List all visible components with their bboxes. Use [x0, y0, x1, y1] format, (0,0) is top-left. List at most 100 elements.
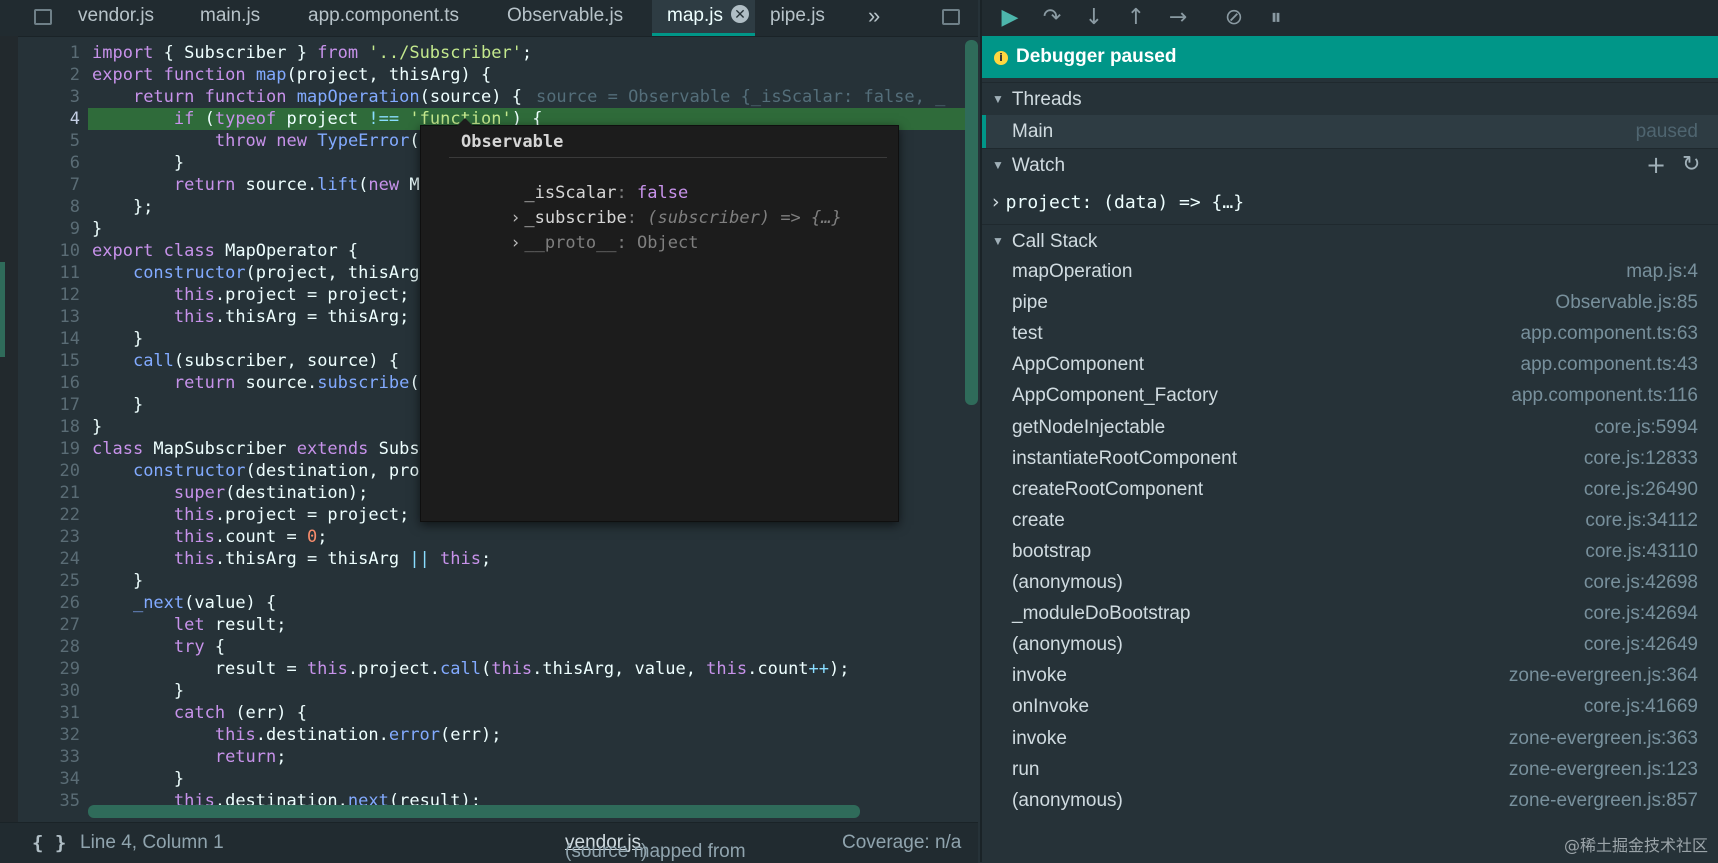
- chevron-right-icon[interactable]: ›: [510, 233, 524, 253]
- line-number[interactable]: 2: [18, 64, 80, 86]
- call-stack-frame[interactable]: (anonymous) core.js:42698: [982, 567, 1718, 598]
- line-number[interactable]: 28: [18, 636, 80, 658]
- call-stack-frame[interactable]: bootstrap core.js:43110: [982, 536, 1718, 567]
- line-number[interactable]: 14: [18, 328, 80, 350]
- step-icon[interactable]: →: [1162, 4, 1194, 32]
- call-stack-frame[interactable]: AppComponent_Factory app.component.ts:116: [982, 380, 1718, 411]
- code-line[interactable]: 15 call(subscriber, source) {: [18, 350, 400, 372]
- call-stack-frame[interactable]: getNodeInjectable core.js:5994: [982, 412, 1718, 443]
- code-line[interactable]: 32 this.destination.error(err);: [18, 724, 502, 746]
- line-number[interactable]: 33: [18, 746, 80, 768]
- tab-app-component-ts[interactable]: app.component.ts: [308, 0, 459, 36]
- sidebar-right-icon[interactable]: [942, 9, 960, 25]
- code-line[interactable]: 34 }: [18, 768, 185, 790]
- line-number[interactable]: 16: [18, 372, 80, 394]
- code-line[interactable]: 30 }: [18, 680, 185, 702]
- close-icon[interactable]: ✕: [730, 5, 749, 23]
- code-line[interactable]: 2 export function map(project, thisArg) {: [18, 64, 491, 86]
- code-line[interactable]: 25 }: [18, 570, 144, 592]
- horizontal-scrollbar[interactable]: [88, 805, 860, 818]
- line-number[interactable]: 30: [18, 680, 80, 702]
- line-number[interactable]: 22: [18, 504, 80, 526]
- code-line[interactable]: 14 }: [18, 328, 144, 350]
- code-line[interactable]: 22 this.project = project;: [18, 504, 410, 526]
- line-number[interactable]: 13: [18, 306, 80, 328]
- line-number[interactable]: 3: [18, 86, 80, 108]
- code-line[interactable]: 18}: [18, 416, 103, 438]
- line-number[interactable]: 8: [18, 196, 80, 218]
- call-stack-frame[interactable]: create core.js:34112: [982, 505, 1718, 536]
- code-line[interactable]: 31 catch (err) {: [18, 702, 307, 724]
- line-number[interactable]: 27: [18, 614, 80, 636]
- line-number[interactable]: 18: [18, 416, 80, 438]
- line-number[interactable]: 21: [18, 482, 80, 504]
- step-out-icon[interactable]: ↑: [1120, 4, 1152, 32]
- code-line[interactable]: 12 this.project = project;: [18, 284, 410, 306]
- popover-row-proto[interactable]: › __proto__: Object: [449, 213, 698, 273]
- code-line[interactable]: 1 import { Subscriber } from '../Subscrib…: [18, 42, 532, 64]
- line-number[interactable]: 25: [18, 570, 80, 592]
- call-stack-frame[interactable]: _moduleDoBootstrap core.js:42694: [982, 598, 1718, 629]
- code-line[interactable]: 23 this.count = 0;: [18, 526, 328, 548]
- pause-exceptions-icon[interactable]: ⏸: [1260, 4, 1292, 32]
- call-stack-section-header[interactable]: ▼ Call Stack: [982, 224, 1718, 257]
- refresh-icon[interactable]: ↻: [1682, 149, 1700, 181]
- resume-icon[interactable]: ▶: [994, 4, 1026, 32]
- line-number[interactable]: 5: [18, 130, 80, 152]
- tab-map-js[interactable]: map.js ✕: [652, 0, 755, 36]
- code-line[interactable]: 6 }: [18, 152, 184, 174]
- line-number[interactable]: 17: [18, 394, 80, 416]
- line-number[interactable]: 29: [18, 658, 80, 680]
- sidebar-left-icon[interactable]: [34, 9, 52, 25]
- call-stack-frame[interactable]: run zone-evergreen.js:123: [982, 754, 1718, 785]
- code-line[interactable]: 13 this.thisArg = thisArg;: [18, 306, 410, 328]
- call-stack-frame[interactable]: mapOperation map.js:4: [982, 256, 1718, 287]
- line-number[interactable]: 15: [18, 350, 80, 372]
- code-line[interactable]: 21 super(destination);: [18, 482, 369, 504]
- plus-icon[interactable]: +: [1646, 149, 1666, 181]
- thread-main[interactable]: Main paused: [982, 115, 1718, 148]
- step-into-icon[interactable]: ↓: [1078, 4, 1110, 32]
- line-number[interactable]: 31: [18, 702, 80, 724]
- code-line[interactable]: 3 return function mapOperation(source) {…: [18, 86, 946, 108]
- line-number[interactable]: 1: [18, 42, 80, 64]
- threads-section-header[interactable]: ▼ Threads: [982, 82, 1718, 115]
- line-number[interactable]: 9: [18, 218, 80, 240]
- line-number[interactable]: 32: [18, 724, 80, 746]
- code-line[interactable]: 11 constructor(project, thisArg: [18, 262, 420, 284]
- line-number[interactable]: 10: [18, 240, 80, 262]
- tab-main-js[interactable]: main.js: [200, 0, 260, 36]
- deactivate-breakpoints-icon[interactable]: ⊘: [1218, 4, 1250, 32]
- code-line[interactable]: 29 result = this.project.call(this.thisA…: [18, 658, 850, 680]
- tab-pipe-js[interactable]: pipe.js: [770, 0, 825, 36]
- line-number[interactable]: 24: [18, 548, 80, 570]
- line-number[interactable]: 34: [18, 768, 80, 790]
- code-line[interactable]: 8 };: [18, 196, 154, 218]
- line-number[interactable]: 11: [18, 262, 80, 284]
- line-number[interactable]: 12: [18, 284, 80, 306]
- call-stack-frame[interactable]: test app.component.ts:63: [982, 318, 1718, 349]
- line-number[interactable]: 19: [18, 438, 80, 460]
- code-line[interactable]: 28 try {: [18, 636, 226, 658]
- call-stack-frame[interactable]: invoke zone-evergreen.js:364: [982, 660, 1718, 691]
- watch-expression-row[interactable]: › project: (data) => {…}: [982, 184, 1718, 220]
- line-number[interactable]: 26: [18, 592, 80, 614]
- code-line[interactable]: 7 return source.lift(new M: [18, 174, 420, 196]
- line-number[interactable]: 4: [18, 108, 80, 130]
- call-stack-frame[interactable]: AppComponent app.component.ts:43: [982, 349, 1718, 380]
- call-stack-frame[interactable]: (anonymous) zone-evergreen.js:857: [982, 785, 1718, 816]
- call-stack-frame[interactable]: (anonymous) core.js:42649: [982, 629, 1718, 660]
- chevron-right-icon[interactable]: ›: [992, 191, 1006, 213]
- step-over-icon[interactable]: ↷: [1036, 4, 1068, 32]
- code-line[interactable]: 9}: [18, 218, 103, 240]
- code-line[interactable]: 10 export class MapOperator {: [18, 240, 359, 262]
- pretty-print-button[interactable]: { }: [32, 832, 66, 854]
- call-stack-frame[interactable]: pipe Observable.js:85: [982, 287, 1718, 318]
- line-number[interactable]: 35: [18, 790, 80, 812]
- code-line[interactable]: 24 this.thisArg = thisArg || this;: [18, 548, 492, 570]
- code-line[interactable]: 20 constructor(destination, pro: [18, 460, 420, 482]
- line-number[interactable]: 7: [18, 174, 80, 196]
- tab-vendor-js[interactable]: vendor.js: [78, 0, 154, 36]
- code-line[interactable]: 19 class MapSubscriber extends Subs: [18, 438, 420, 460]
- call-stack-frame[interactable]: onInvoke core.js:41669: [982, 691, 1718, 722]
